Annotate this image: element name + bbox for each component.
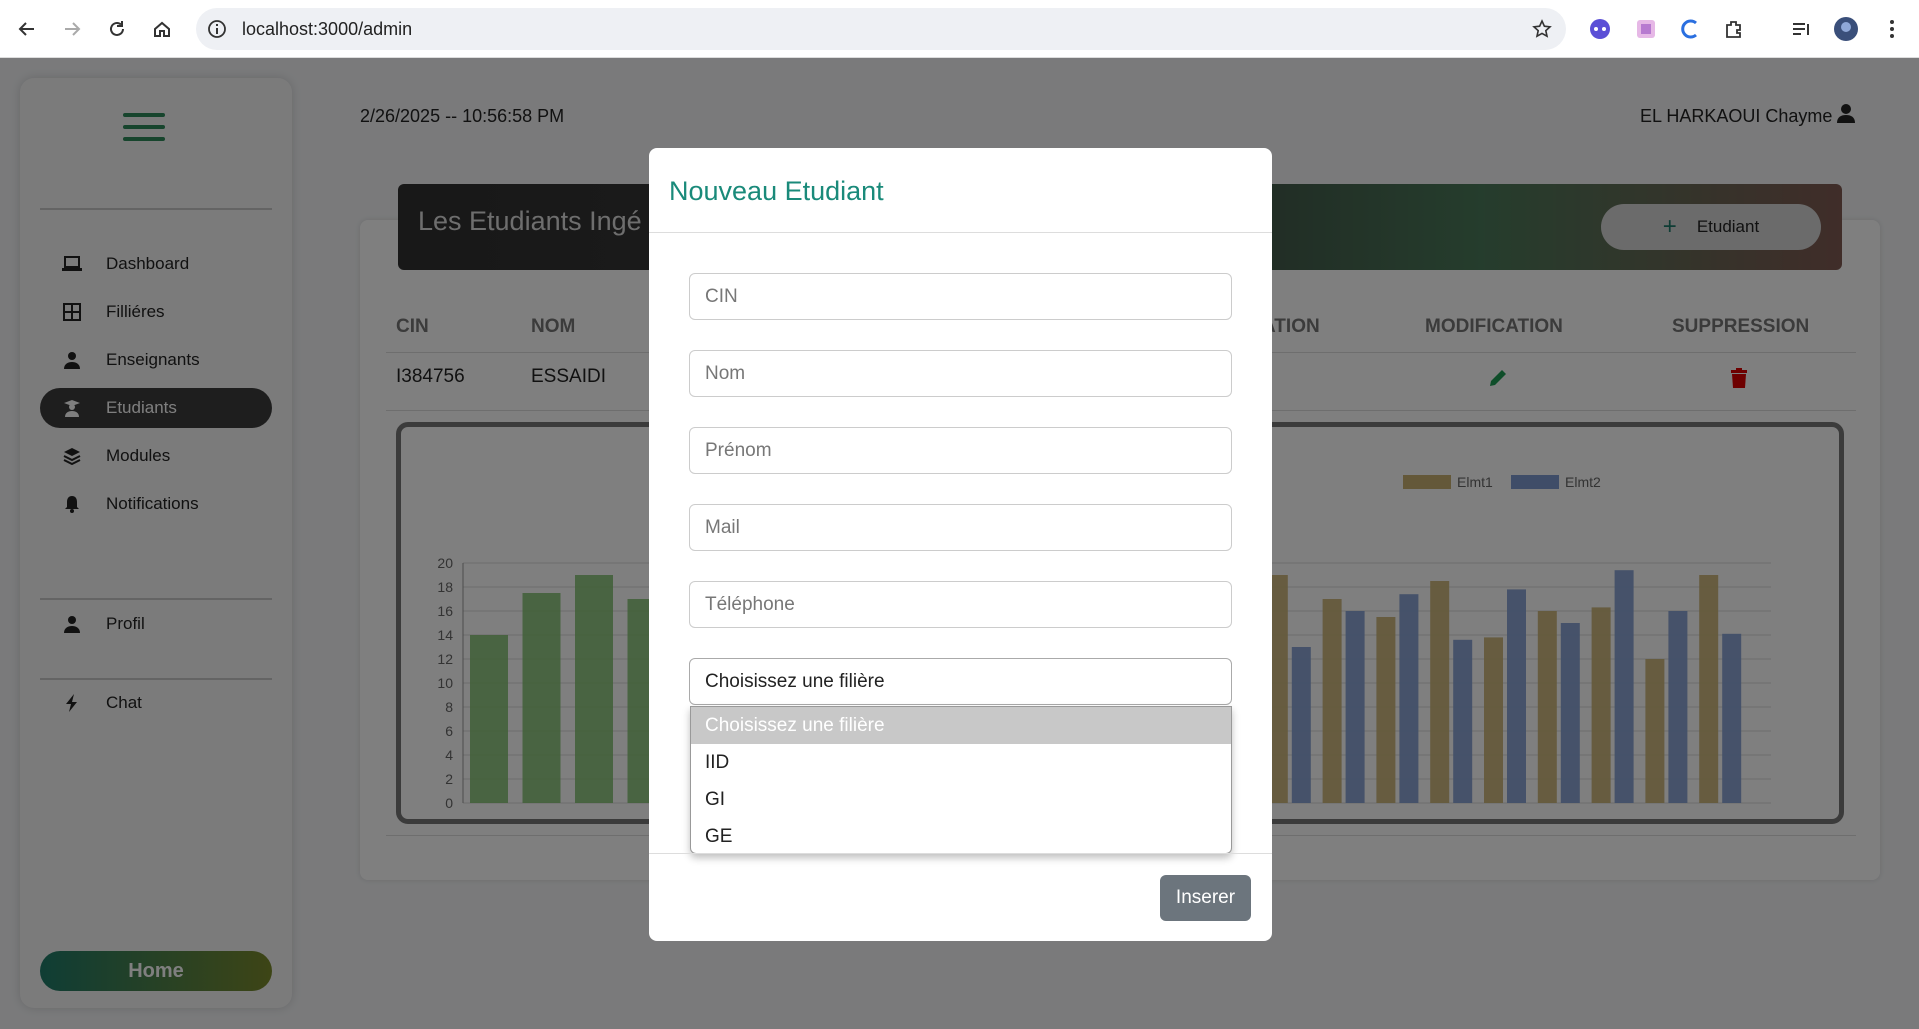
filiere-option[interactable]: GE	[691, 818, 1231, 853]
extension-icon[interactable]	[1632, 15, 1660, 43]
modal-title: Nouveau Etudiant	[669, 176, 884, 206]
telephone-input[interactable]	[690, 582, 1231, 627]
url-text: localhost:3000/admin	[242, 19, 413, 39]
nom-field[interactable]	[689, 350, 1232, 397]
filiere-dropdown: Choisissez une filière IID GI GE	[690, 706, 1232, 854]
new-student-modal: Nouveau Etudiant Choisissez une filière …	[649, 148, 1272, 941]
puzzle-icon[interactable]	[1720, 15, 1748, 43]
filiere-option[interactable]: GI	[691, 781, 1231, 818]
prenom-field[interactable]	[689, 427, 1232, 474]
more-menu-icon[interactable]	[1878, 15, 1906, 43]
divider	[649, 853, 1272, 854]
filiere-option[interactable]: Choisissez une filière	[691, 707, 1231, 744]
extension-icon[interactable]	[1676, 15, 1704, 43]
back-arrow-icon[interactable]	[10, 12, 44, 46]
extension-icon[interactable]	[1586, 15, 1614, 43]
mail-input[interactable]	[690, 505, 1231, 550]
bookmark-star-icon[interactable]	[1528, 15, 1556, 43]
nom-input[interactable]	[690, 351, 1231, 396]
mail-field[interactable]	[689, 504, 1232, 551]
prenom-input[interactable]	[690, 428, 1231, 473]
divider	[649, 232, 1272, 233]
profile-avatar-icon[interactable]	[1832, 15, 1860, 43]
telephone-field[interactable]	[689, 581, 1232, 628]
filiere-option[interactable]: IID	[691, 744, 1231, 781]
forward-arrow-icon[interactable]	[55, 12, 89, 46]
filiere-select[interactable]: Choisissez une filière	[689, 658, 1232, 705]
home-icon[interactable]	[145, 12, 179, 46]
address-bar[interactable]: localhost:3000/admin	[196, 8, 1566, 50]
site-info-icon[interactable]	[205, 17, 229, 41]
insert-button[interactable]: Inserer	[1160, 875, 1251, 921]
browser-toolbar: localhost:3000/admin	[0, 0, 1919, 58]
reload-icon[interactable]	[100, 12, 134, 46]
cin-input[interactable]	[690, 274, 1231, 319]
media-controls-icon[interactable]	[1787, 15, 1815, 43]
cin-field[interactable]	[689, 273, 1232, 320]
